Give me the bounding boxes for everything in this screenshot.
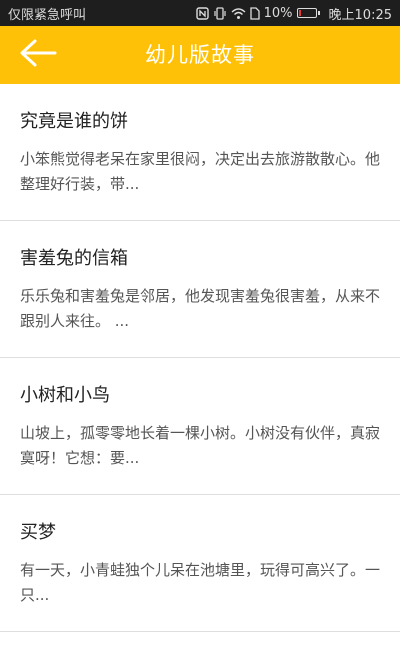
story-list-item[interactable]: 究竟是谁的饼 小笨熊觉得老呆在家里很闷，决定出去旅游散散心。他整理好行装，带..… bbox=[0, 84, 400, 221]
status-time: 晚上10:25 bbox=[328, 7, 392, 23]
story-summary: 有一天，小青蛙独个儿呆在池塘里，玩得可高兴了。一只... bbox=[20, 561, 381, 604]
wifi-icon bbox=[231, 7, 246, 20]
sim-icon bbox=[249, 6, 260, 20]
page-title: 幼儿版故事 bbox=[145, 43, 255, 67]
story-summary: 乐乐兔和害羞兔是邻居，他发现害羞兔很害羞，从来不跟别人来往。 ... bbox=[20, 287, 381, 330]
nfc-icon bbox=[195, 6, 209, 20]
story-title: 究竟是谁的饼 bbox=[20, 111, 128, 132]
battery-level bbox=[298, 10, 301, 16]
status-carrier-text: 仅限紧急呼叫 bbox=[8, 7, 87, 23]
battery-icon bbox=[296, 8, 320, 18]
app-bar: 幼儿版故事 bbox=[0, 26, 400, 84]
story-summary: 山坡上，孤零零地长着一棵小树。小树没有伙伴，真寂寞呀！它想：要... bbox=[20, 424, 381, 467]
story-title: 买梦 bbox=[20, 522, 56, 543]
story-list-item[interactable]: 买梦 有一天，小青蛙独个儿呆在池塘里，玩得可高兴了。一只... bbox=[0, 495, 400, 632]
status-bar: 仅限紧急呼叫 10% 晚上10:25 bbox=[0, 0, 400, 26]
battery-percent: 10% bbox=[263, 5, 293, 21]
story-list-item[interactable]: 害羞兔的信箱 乐乐兔和害羞兔是邻居，他发现害羞兔很害羞，从来不跟别人来往。 ..… bbox=[0, 221, 400, 358]
story-title: 害羞兔的信箱 bbox=[20, 248, 128, 269]
story-summary: 小笨熊觉得老呆在家里很闷，决定出去旅游散散心。他整理好行装，带... bbox=[20, 150, 381, 193]
vibrate-icon bbox=[213, 6, 227, 20]
status-icons: 10% 晚上10:25 bbox=[195, 4, 392, 23]
story-title: 小树和小鸟 bbox=[20, 385, 110, 406]
story-list-item[interactable]: 小树和小鸟 山坡上，孤零零地长着一棵小树。小树没有伙伴，真寂寞呀！它想：要... bbox=[0, 358, 400, 495]
story-list[interactable]: 究竟是谁的饼 小笨熊觉得老呆在家里很闷，决定出去旅游散散心。他整理好行装，带..… bbox=[0, 84, 400, 661]
